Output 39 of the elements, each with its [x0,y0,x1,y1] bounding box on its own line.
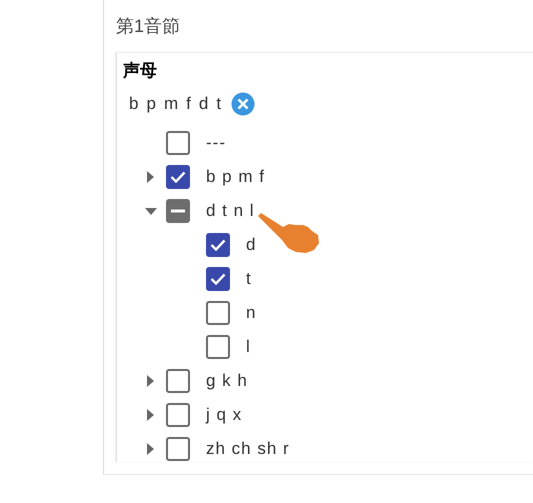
check-icon [170,171,186,183]
selected-value: b [129,94,138,114]
checkbox[interactable] [166,437,190,461]
selected-value: d [198,94,208,114]
hand-cursor-icon [256,212,320,254]
check-icon [210,239,226,251]
section-title: 第1音節 [116,16,180,36]
checkbox[interactable] [166,403,190,427]
option-label: zh ch sh r [206,439,290,459]
selected-value: f [186,94,191,114]
caret-icon[interactable] [147,443,154,455]
checkbox[interactable] [166,369,190,393]
option-label: b p m f [206,167,265,187]
caret-icon[interactable] [147,375,154,387]
minus-icon [171,209,185,213]
selected-value: p [146,94,156,114]
caret-icon[interactable] [147,409,154,421]
check-icon [210,273,226,285]
checkbox[interactable] [206,267,230,291]
checkbox[interactable] [206,335,230,359]
caret-icon[interactable] [144,208,156,214]
caret-icon[interactable] [147,171,154,183]
clear-icon[interactable] [231,92,256,116]
checkbox[interactable] [166,165,190,189]
checkbox[interactable] [166,131,190,155]
group-title: 声母 [123,60,157,82]
selected-value: t [216,94,222,114]
option-label: g k h [206,371,248,391]
option-label: n [246,303,256,323]
option-label: t [246,269,252,289]
checkbox[interactable] [166,199,190,223]
option-label: d t n l [206,201,255,221]
option-label: --- [206,133,226,153]
checkbox[interactable] [206,301,230,325]
checkbox[interactable] [206,233,230,257]
option-label: d [246,235,256,255]
selected-value: m [164,94,178,114]
option-label: j q x [206,405,242,425]
option-label: l [246,337,251,357]
